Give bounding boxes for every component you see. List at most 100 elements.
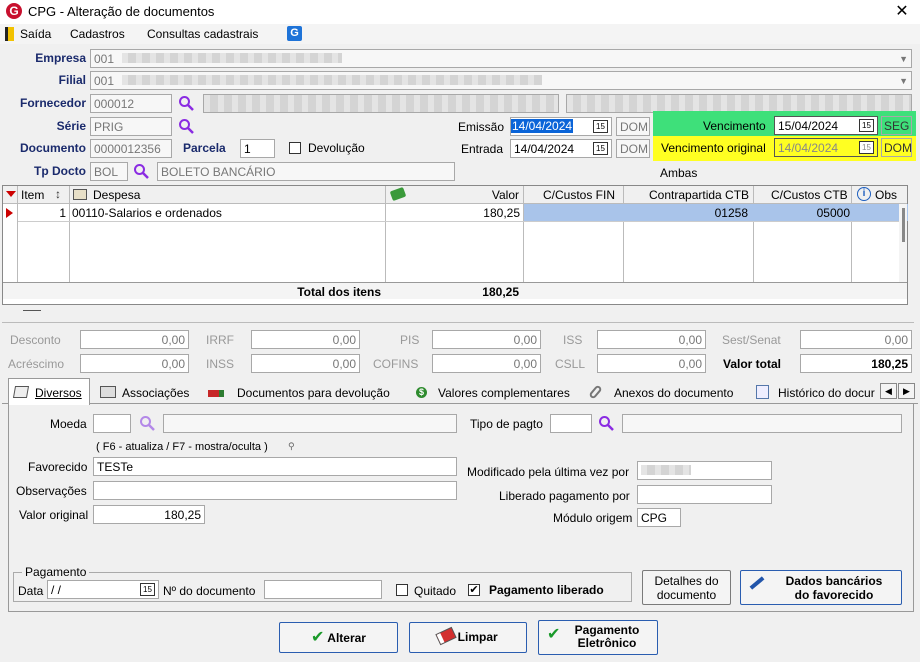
ndoc-input[interactable] bbox=[264, 580, 382, 599]
alterar-button[interactable]: ✔ Alterar bbox=[279, 622, 398, 653]
irrf-input[interactable]: 0,00 bbox=[251, 330, 360, 349]
pin-icon: ⚲ bbox=[288, 441, 295, 451]
search-icon[interactable] bbox=[178, 95, 194, 111]
close-icon[interactable]: ✕ bbox=[890, 1, 914, 21]
empresa-select[interactable]: 001 ▼ bbox=[90, 49, 912, 68]
calendar-icon[interactable]: 15 bbox=[593, 142, 608, 155]
tab-scroll-left-icon[interactable]: ◀ bbox=[880, 383, 897, 399]
inss-input[interactable]: 0,00 bbox=[251, 354, 360, 373]
documento-label: Documento bbox=[20, 141, 86, 155]
favorecido-label: Favorecido bbox=[28, 460, 88, 474]
filial-select[interactable]: 001 ▼ bbox=[90, 71, 912, 90]
emissao-input[interactable]: 14/04/2024 15 bbox=[510, 117, 612, 136]
venc-original-day: DOM bbox=[881, 138, 912, 157]
items-grid[interactable]: Item ↕ Despesa Valor C/Custos FIN Contra… bbox=[2, 185, 908, 311]
limpar-label: Limpar bbox=[457, 630, 498, 644]
pagamento-label: Pagamento bbox=[22, 565, 90, 579]
favorecido-input[interactable]: TESTe bbox=[93, 457, 457, 476]
table-row[interactable]: 1 00110-Salarios e ordenados 180,25 0125… bbox=[18, 204, 908, 222]
tpdocto-input[interactable]: BOL bbox=[90, 162, 128, 181]
tab-diversos[interactable]: Diversos bbox=[35, 386, 82, 400]
csll-label: CSLL bbox=[555, 357, 586, 371]
dados-bancarios-button[interactable]: Dados bancários do favorecido bbox=[740, 570, 902, 605]
empresa-name-redacted bbox=[122, 53, 343, 63]
moeda-input[interactable] bbox=[93, 414, 131, 433]
parcela-input[interactable]: 1 bbox=[240, 139, 275, 158]
chevron-down-icon[interactable]: ▼ bbox=[899, 51, 908, 67]
search-icon[interactable] bbox=[139, 415, 155, 431]
tab-valores[interactable]: Valores complementares bbox=[438, 386, 570, 400]
valororiginal-label: Valor original bbox=[19, 508, 89, 522]
detalhes-documento-button[interactable]: Detalhes do documento bbox=[642, 570, 731, 605]
entrada-input[interactable]: 14/04/2024 15 bbox=[510, 139, 612, 158]
devolucao-checkbox[interactable] bbox=[289, 142, 301, 154]
csll-input[interactable]: 0,00 bbox=[597, 354, 706, 373]
menu-saida[interactable]: Saída bbox=[20, 27, 51, 41]
documento-input[interactable]: 0000012356 bbox=[90, 139, 172, 158]
grid-scrollbar-thumb[interactable] bbox=[902, 208, 905, 242]
cell-contrapartida: 01258 bbox=[714, 206, 748, 220]
vencimento-value: 15/04/2024 bbox=[778, 119, 839, 133]
total-value: 180,25 bbox=[482, 285, 519, 299]
iss-input[interactable]: 0,00 bbox=[597, 330, 706, 349]
valororiginal-input: 180,25 bbox=[93, 505, 205, 524]
calendar-icon[interactable]: 15 bbox=[140, 583, 155, 596]
app-logo-icon: G bbox=[6, 3, 22, 19]
calendar-icon[interactable]: 15 bbox=[859, 141, 874, 154]
chevron-down-icon[interactable]: ▼ bbox=[899, 73, 908, 89]
serie-input[interactable]: PRIG bbox=[90, 117, 172, 136]
sort-order-icon: ↕ bbox=[55, 187, 61, 201]
observacoes-input[interactable] bbox=[93, 481, 457, 500]
entrada-label: Entrada bbox=[461, 142, 504, 156]
tab-devolucao[interactable]: Documentos para devolução bbox=[237, 386, 390, 400]
cofins-input[interactable]: 0,00 bbox=[432, 354, 541, 373]
col-obs[interactable]: Obs bbox=[875, 188, 897, 202]
hint-text: ( F6 - atualiza / F7 - mostra/oculta ) bbox=[96, 441, 268, 453]
col-ccctb[interactable]: C/Custos CTB bbox=[771, 188, 848, 202]
col-ccfin[interactable]: C/Custos FIN bbox=[543, 188, 615, 202]
cell-valor: 180,25 bbox=[483, 206, 520, 220]
check-icon: ✔ bbox=[547, 626, 561, 643]
col-item[interactable]: Item bbox=[21, 188, 44, 202]
calendar-icon[interactable]: 15 bbox=[859, 119, 874, 132]
limpar-button[interactable]: Limpar bbox=[409, 622, 527, 653]
tipopagto-label: Tipo de pagto bbox=[470, 417, 543, 431]
dollar-icon: $ bbox=[416, 387, 427, 398]
pis-input[interactable]: 0,00 bbox=[432, 330, 541, 349]
tab-anexos[interactable]: Anexos do documento bbox=[614, 386, 733, 400]
venc-original-input[interactable]: 14/04/2024 15 bbox=[774, 138, 878, 157]
cell-despesa: 00110-Salarios e ordenados bbox=[72, 206, 222, 220]
calendar-icon[interactable]: 15 bbox=[593, 120, 608, 133]
pagamento-eletronico-button[interactable]: ✔ Pagamento Eletrônico bbox=[538, 620, 658, 655]
fornecedor-label: Fornecedor bbox=[19, 96, 86, 110]
vencimento-input[interactable]: 15/04/2024 15 bbox=[774, 116, 878, 135]
acrescimo-input[interactable]: 0,00 bbox=[80, 354, 189, 373]
app-shortcut-icon[interactable]: G bbox=[287, 26, 302, 41]
alterar-label: Alterar bbox=[327, 631, 366, 645]
tab-scroll-right-icon[interactable]: ▶ bbox=[898, 383, 915, 399]
search-icon[interactable] bbox=[598, 415, 614, 431]
menu-cadastros[interactable]: Cadastros bbox=[70, 27, 125, 41]
data-value: / / bbox=[51, 583, 62, 597]
desconto-input[interactable]: 0,00 bbox=[80, 330, 189, 349]
tab-historico[interactable]: Histórico do docur bbox=[778, 386, 878, 400]
col-valor[interactable]: Valor bbox=[433, 188, 519, 202]
search-icon[interactable] bbox=[178, 118, 194, 134]
exit-icon bbox=[5, 27, 14, 41]
tipopagto-input[interactable] bbox=[550, 414, 592, 433]
menu-consultas[interactable]: Consultas cadastrais bbox=[147, 27, 258, 41]
dados-line1: Dados bancários bbox=[785, 574, 883, 588]
vencimento-label: Vencimento bbox=[703, 119, 766, 133]
pagamento-liberado-checkbox[interactable]: ✔ bbox=[468, 584, 480, 596]
parcela-label: Parcela bbox=[183, 141, 226, 155]
col-despesa[interactable]: Despesa bbox=[93, 188, 140, 202]
tab-associacoes[interactable]: Associações bbox=[122, 386, 189, 400]
fornecedor-input[interactable]: 000012 bbox=[90, 94, 172, 113]
data-label: Data bbox=[18, 584, 44, 598]
iss-label: ISS bbox=[563, 333, 583, 347]
sest-input[interactable]: 0,00 bbox=[800, 330, 912, 349]
col-contrapartida[interactable]: Contrapartida CTB bbox=[649, 188, 749, 202]
search-icon[interactable] bbox=[133, 163, 149, 179]
data-input[interactable]: / / 15 bbox=[47, 580, 159, 599]
quitado-checkbox[interactable] bbox=[396, 584, 408, 596]
